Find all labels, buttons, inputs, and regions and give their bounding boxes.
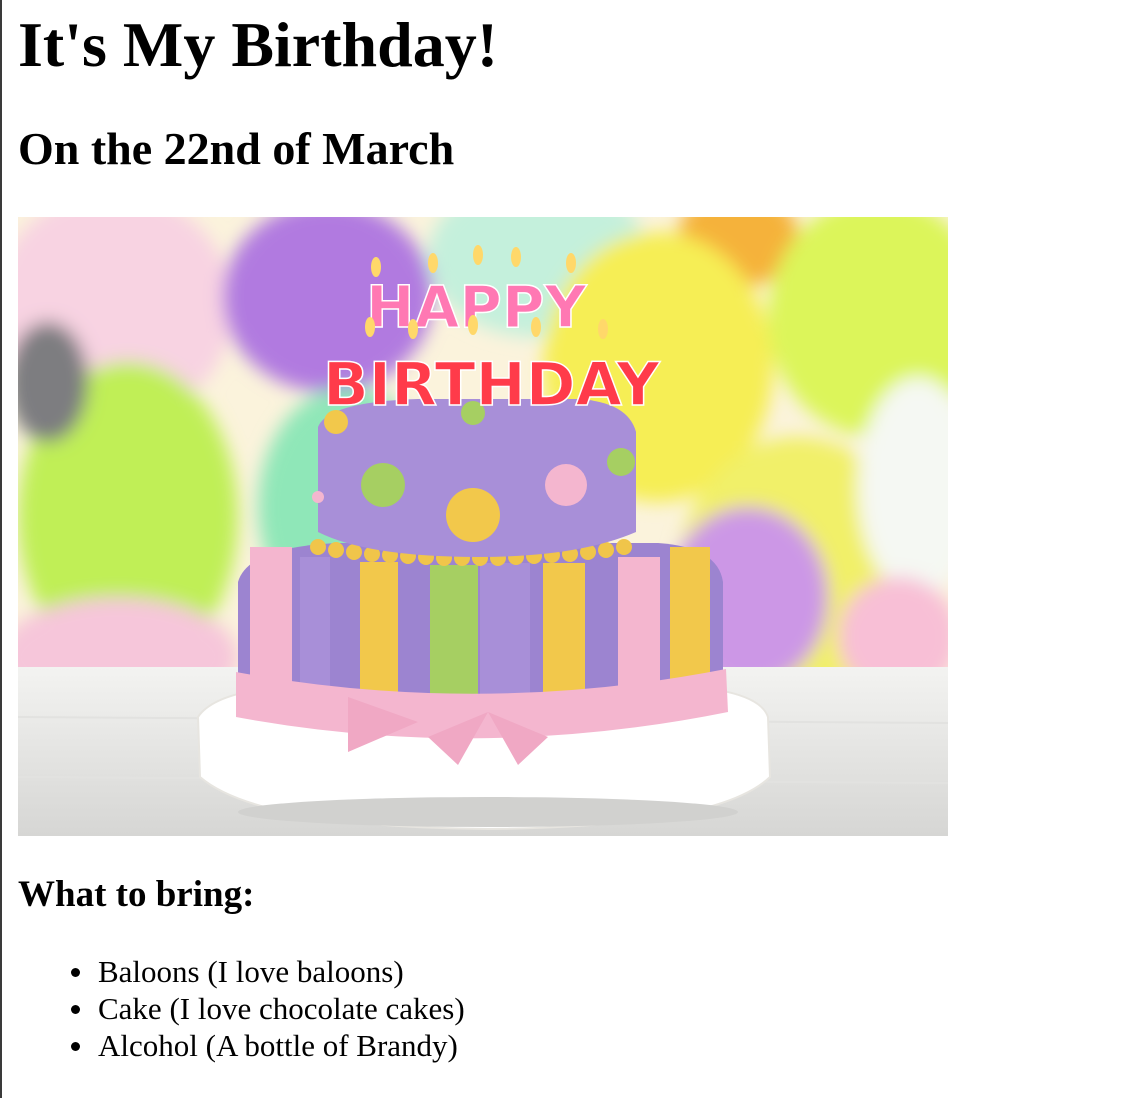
bring-heading: What to bring: xyxy=(18,874,255,915)
list-item: Cake (I love chocolate cakes) xyxy=(56,990,465,1027)
list-item: Alcohol (A bottle of Brandy) xyxy=(56,1027,465,1064)
birthday-cake-image: HAPPY BIRTHDAY xyxy=(18,217,948,836)
page-title: It's My Birthday! xyxy=(18,9,498,80)
bullet-icon xyxy=(71,1042,80,1051)
page-subtitle: On the 22nd of March xyxy=(18,123,455,174)
bring-list: Baloons (I love baloons) Cake (I love ch… xyxy=(56,953,465,1064)
cake-topper-line2: BIRTHDAY xyxy=(323,350,661,420)
page-left-border xyxy=(0,0,2,1098)
list-item: Baloons (I love baloons) xyxy=(56,953,465,990)
bullet-icon xyxy=(71,1005,80,1014)
bullet-icon xyxy=(71,968,80,977)
